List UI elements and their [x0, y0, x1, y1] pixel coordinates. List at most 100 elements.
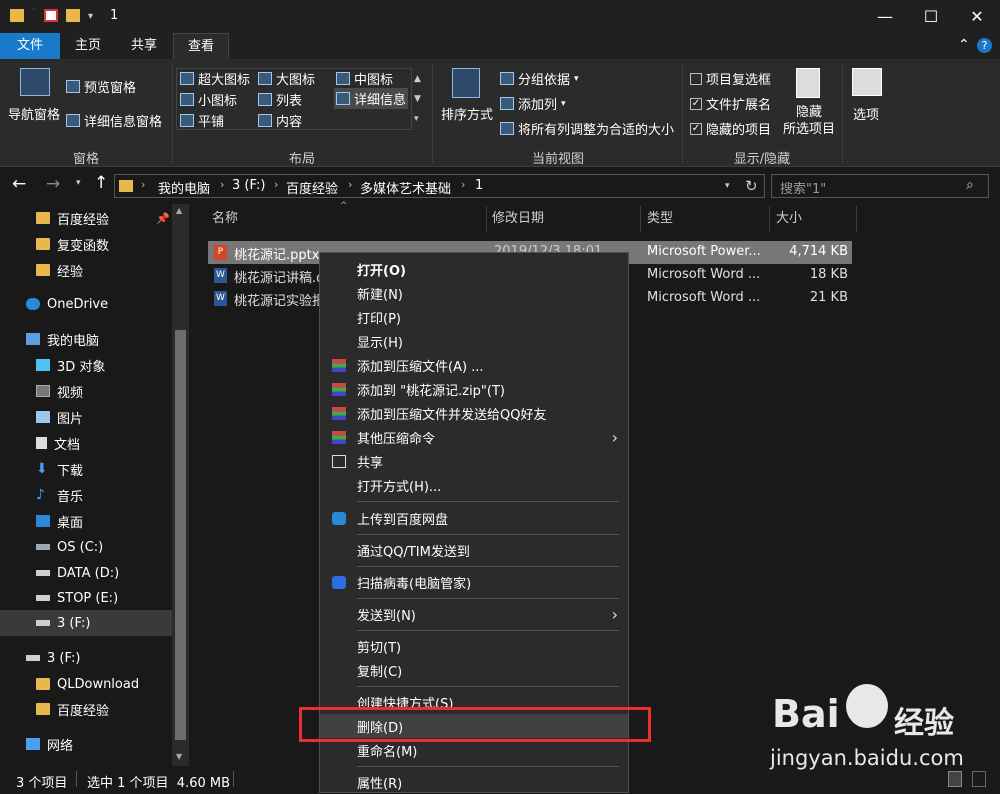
nav-item-complex-functions[interactable]: 复变函数 [0, 231, 172, 257]
breadcrumb-drive-f[interactable]: 3 (F:) [232, 178, 265, 193]
nav-item-videos[interactable]: 视频 [0, 378, 172, 404]
nav-item-downloads[interactable]: ⬇ 下载 [0, 456, 172, 482]
details-pane-button[interactable]: 详细信息窗格 [66, 111, 162, 130]
customize-toolbar-icon[interactable]: ▾ [88, 11, 98, 24]
hide-selected-button[interactable]: 隐藏 所选项目 [781, 104, 837, 138]
nav-item-network[interactable]: 网络 [0, 731, 172, 757]
nav-item-3d-objects[interactable]: 3D 对象 [0, 352, 172, 378]
column-header-name[interactable]: 名称 [212, 206, 238, 232]
preview-pane-button[interactable]: 预览窗格 [66, 77, 136, 96]
menu-item-properties[interactable]: 属性(R) [320, 770, 628, 794]
column-header-type[interactable]: 类型 [647, 206, 673, 232]
nav-item-baidu-jingyan[interactable]: 百度经验 📌 [0, 205, 172, 231]
menu-item-add-to-archive[interactable]: 添加到压缩文件(A) ... [320, 353, 628, 377]
menu-item-cut[interactable]: 剪切(T) [320, 634, 628, 658]
chevron-right-icon[interactable]: › [348, 178, 352, 191]
refresh-icon[interactable]: ↻ [745, 177, 758, 195]
hidden-items-toggle[interactable]: ✓ 隐藏的项目 [690, 119, 771, 138]
checkbox-checked[interactable]: ✓ [690, 97, 702, 110]
nav-scroll-thumb[interactable] [175, 330, 186, 740]
tab-file[interactable]: 文件 [0, 33, 60, 59]
nav-item-drive-f-selected[interactable]: 3 (F:) [0, 610, 172, 636]
up-arrow-icon[interactable]: ↑ [94, 173, 108, 193]
layout-small[interactable]: 小图标 [180, 90, 237, 109]
layout-details[interactable]: 详细信息 [334, 88, 409, 109]
nav-item-jingyan[interactable]: 经验 [0, 257, 172, 283]
nav-item-qldownload[interactable]: QLDownload [0, 671, 172, 697]
tab-share[interactable]: 共享 [116, 33, 172, 59]
column-header-size[interactable]: 大小 [776, 206, 802, 232]
breadcrumb-multimedia[interactable]: 多媒体艺术基础 [360, 178, 451, 197]
breadcrumb-current[interactable]: 1 [475, 178, 483, 193]
properties-icon[interactable] [44, 9, 58, 22]
nav-item-onedrive[interactable]: OneDrive [0, 291, 172, 317]
menu-item-share[interactable]: 共享 [320, 449, 628, 473]
tab-home[interactable]: 主页 [60, 33, 116, 59]
checkbox-unchecked[interactable] [690, 72, 702, 85]
minimize-button[interactable]: — [862, 0, 908, 33]
navigation-pane-button[interactable]: 导航窗格 [8, 104, 60, 123]
nav-item-baidu-jingyan-2[interactable]: 百度经验 [0, 696, 172, 722]
layout-content[interactable]: 内容 [258, 111, 302, 130]
nav-item-drive-c[interactable]: OS (C:) [0, 534, 172, 560]
group-by-button[interactable]: 分组依据 ▾ [500, 69, 579, 88]
chevron-right-icon[interactable]: › [274, 178, 278, 191]
menu-item-open-with[interactable]: 打开方式(H)... [320, 473, 628, 497]
menu-item-upload-baidu[interactable]: 上传到百度网盘 [320, 506, 628, 530]
close-button[interactable]: ✕ [954, 0, 1000, 33]
breadcrumb-baidu-jingyan[interactable]: 百度经验 [286, 178, 338, 197]
layout-tiles[interactable]: 平铺 [180, 111, 224, 130]
recent-locations-icon[interactable]: ▾ [76, 178, 81, 188]
search-icon[interactable]: ⌕ [966, 177, 974, 193]
fit-columns-button[interactable]: 将所有列调整为合适的大小 [500, 119, 674, 138]
add-column-button[interactable]: 添加列 ▾ [500, 94, 566, 113]
maximize-button[interactable]: ☐ [908, 0, 954, 33]
nav-item-drive-e[interactable]: STOP (E:) [0, 585, 172, 611]
collapse-ribbon-icon[interactable]: ⌃ [958, 37, 970, 53]
menu-item-copy[interactable]: 复制(C) [320, 658, 628, 682]
scroll-down-icon[interactable]: ▼ [176, 752, 182, 761]
layout-list[interactable]: 列表 [258, 90, 302, 109]
menu-item-print[interactable]: 打印(P) [320, 305, 628, 329]
scroll-up-icon[interactable]: ▲ [176, 206, 182, 215]
chevron-right-icon[interactable]: › [141, 178, 145, 191]
menu-item-other-compress[interactable]: 其他压缩命令 › [320, 425, 628, 449]
menu-item-scan-virus[interactable]: 扫描病毒(电脑管家) [320, 570, 628, 594]
nav-item-music[interactable]: ♪ 音乐 [0, 482, 172, 508]
sort-by-button[interactable]: 排序方式 [441, 104, 493, 123]
back-arrow-icon[interactable]: ← [12, 174, 26, 194]
breadcrumb-my-computer[interactable]: 我的电脑 [158, 178, 210, 197]
options-button[interactable]: 选项 [853, 104, 879, 123]
address-bar[interactable]: › 我的电脑 › 3 (F:) › 百度经验 › 多媒体艺术基础 › 1 ▾ ↻ [114, 174, 765, 198]
menu-item-add-to-zip[interactable]: 添加到 "桃花源记.zip"(T) [320, 377, 628, 401]
new-folder-icon[interactable] [66, 9, 80, 22]
layout-medium[interactable]: 中图标 [336, 69, 393, 88]
menu-item-show[interactable]: 显示(H) [320, 329, 628, 353]
checkbox-checked[interactable]: ✓ [690, 122, 702, 135]
menu-item-open[interactable]: 打开(O) [320, 257, 628, 281]
tab-view[interactable]: 查看 [173, 33, 229, 59]
column-header-date[interactable]: 修改日期 [492, 206, 544, 232]
nav-item-drive-d[interactable]: DATA (D:) [0, 560, 172, 586]
layout-extra-large[interactable]: 超大图标 [180, 69, 250, 88]
item-checkboxes-toggle[interactable]: 项目复选框 [690, 69, 771, 88]
nav-item-my-computer[interactable]: 我的电脑 [0, 326, 172, 352]
menu-item-new[interactable]: 新建(N) [320, 281, 628, 305]
layout-scroll-icon[interactable]: ▲ ▼ ▾ [414, 69, 421, 129]
menu-item-send-qq-tim[interactable]: 通过QQ/TIM发送到 [320, 538, 628, 562]
layout-large[interactable]: 大图标 [258, 69, 315, 88]
nav-item-pictures[interactable]: 图片 [0, 404, 172, 430]
chevron-right-icon[interactable]: › [220, 178, 224, 191]
chevron-right-icon[interactable]: › [461, 178, 465, 191]
nav-item-drive-f[interactable]: 3 (F:) [0, 645, 172, 671]
nav-scrollbar[interactable]: ▲ ▼ [172, 204, 189, 766]
nav-item-documents[interactable]: 文档 [0, 430, 172, 456]
nav-item-desktop[interactable]: 桌面 [0, 508, 172, 534]
forward-arrow-icon[interactable]: → [46, 174, 60, 194]
menu-item-archive-send-qq[interactable]: 添加到压缩文件并发送给QQ好友 [320, 401, 628, 425]
menu-item-send-to[interactable]: 发送到(N) › [320, 602, 628, 626]
help-icon[interactable]: ? [977, 38, 992, 53]
search-input[interactable]: 搜索"1" [771, 174, 989, 198]
address-dropdown-icon[interactable]: ▾ [725, 181, 730, 191]
file-extensions-toggle[interactable]: ✓ 文件扩展名 [690, 94, 771, 113]
